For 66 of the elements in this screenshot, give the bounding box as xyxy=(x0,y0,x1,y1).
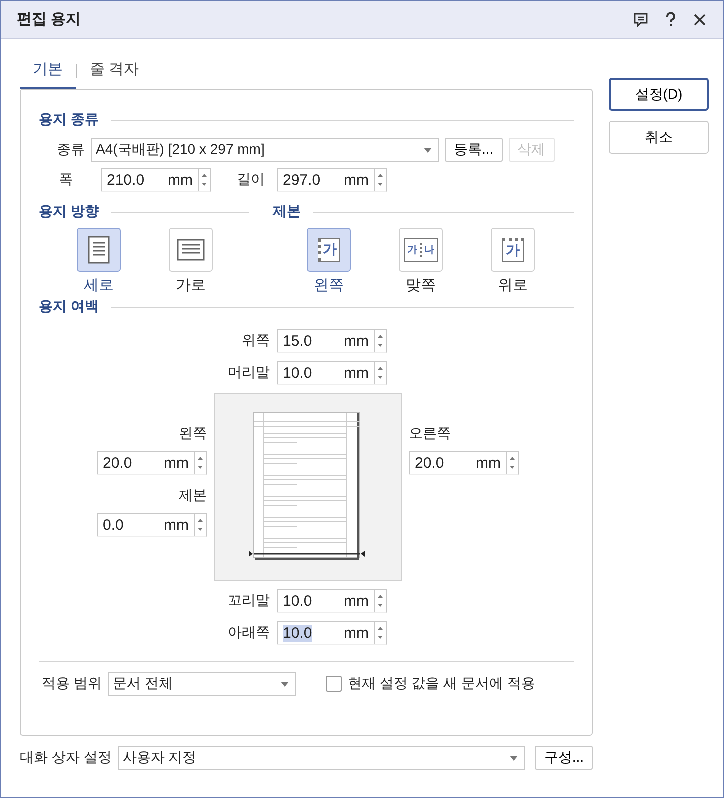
binding-option[interactable]: 가 xyxy=(307,228,351,272)
dialog-settings-dropdown[interactable]: 사용자 지정 xyxy=(118,746,526,770)
binding-option[interactable]: 가 xyxy=(491,228,535,272)
paper-type-dropdown[interactable]: A4(국배판) [210 x 297 mm] xyxy=(91,138,439,162)
spinner-arrows-icon[interactable] xyxy=(506,452,518,474)
caret-icon xyxy=(280,682,289,686)
option-label: 맞쪽 xyxy=(406,276,436,295)
field-label: 꼬리말 xyxy=(228,592,270,610)
number-field[interactable]: 10.0 mm xyxy=(277,361,387,385)
tab[interactable]: 줄 격자 xyxy=(77,52,152,88)
number-field[interactable]: 297.0 mm xyxy=(277,168,387,192)
checkbox-label[interactable]: 현재 설정 값을 새 문서에 적용 xyxy=(348,675,536,693)
caret-icon xyxy=(424,148,432,152)
spinner-arrows-icon[interactable] xyxy=(374,622,386,644)
field-label: 길이 xyxy=(237,171,265,189)
register-button[interactable]: 등록... xyxy=(445,138,503,162)
section-heading: 용지 종류 xyxy=(39,111,99,129)
number-field[interactable]: 20.0 mm xyxy=(409,451,519,475)
dialog-button[interactable]: 설정(D) xyxy=(609,78,709,111)
spinner-arrows-icon[interactable] xyxy=(374,169,386,191)
number-field[interactable]: 0.0 mm xyxy=(97,513,207,537)
field-label: 폭 xyxy=(59,171,74,189)
field-label: 오른쪽 xyxy=(409,425,451,443)
spinner-arrows-icon[interactable] xyxy=(374,590,386,612)
number-field[interactable]: 20.0 mm xyxy=(97,451,207,475)
help-icon[interactable] xyxy=(665,12,677,28)
caret-icon xyxy=(510,756,518,760)
field-label: 제본 xyxy=(179,487,207,505)
dialog-button[interactable]: 취소 xyxy=(609,121,709,154)
section-heading: 용지 여백 xyxy=(39,298,99,316)
comment-icon[interactable] xyxy=(633,12,649,28)
apply-scope-dropdown[interactable]: 문서 전체 xyxy=(108,672,296,696)
binding-option[interactable]: 가 나 xyxy=(399,228,443,272)
binding-page-icon: 가 나 xyxy=(404,238,438,262)
spinner-arrows-icon[interactable] xyxy=(194,514,206,536)
section-heading: 용지 방향 xyxy=(39,203,99,221)
checkbox[interactable] xyxy=(326,676,342,692)
window-title: 편집 용지 xyxy=(17,10,82,29)
spinner-arrows-icon[interactable] xyxy=(194,452,206,474)
option-label: 세로 xyxy=(84,276,114,295)
portrait-page-icon xyxy=(88,236,110,264)
number-field[interactable]: 10.0 mm xyxy=(277,589,387,613)
binding-page-icon: 가 xyxy=(502,238,524,262)
close-icon[interactable] xyxy=(693,12,707,26)
section-heading: 제본 xyxy=(273,203,301,221)
option-label: 왼쪽 xyxy=(314,276,344,295)
spinner-arrows-icon[interactable] xyxy=(374,330,386,352)
orientation-option[interactable] xyxy=(77,228,121,272)
option-label: 가로 xyxy=(176,276,206,295)
configure-button[interactable]: 구성... xyxy=(535,746,593,770)
field-label: 머리말 xyxy=(228,364,270,382)
number-field[interactable]: 15.0 mm xyxy=(277,329,387,353)
field-label: 왼쪽 xyxy=(179,425,207,443)
number-field[interactable]: 210.0 mm xyxy=(101,168,211,192)
field-label: 위쪽 xyxy=(242,332,270,350)
binding-page-icon: 가 xyxy=(318,238,340,262)
number-field[interactable]: 10.0 mm xyxy=(277,621,387,645)
field-label: 대화 상자 설정 xyxy=(20,749,112,767)
spinner-arrows-icon[interactable] xyxy=(374,362,386,384)
field-label: 종류 xyxy=(57,141,85,159)
option-label: 위로 xyxy=(498,276,528,295)
landscape-page-icon xyxy=(177,239,205,261)
spinner-arrows-icon[interactable] xyxy=(198,169,210,191)
orientation-option[interactable] xyxy=(169,228,213,272)
field-label: 적용 범위 xyxy=(42,675,102,693)
field-label: 아래쪽 xyxy=(228,624,270,642)
